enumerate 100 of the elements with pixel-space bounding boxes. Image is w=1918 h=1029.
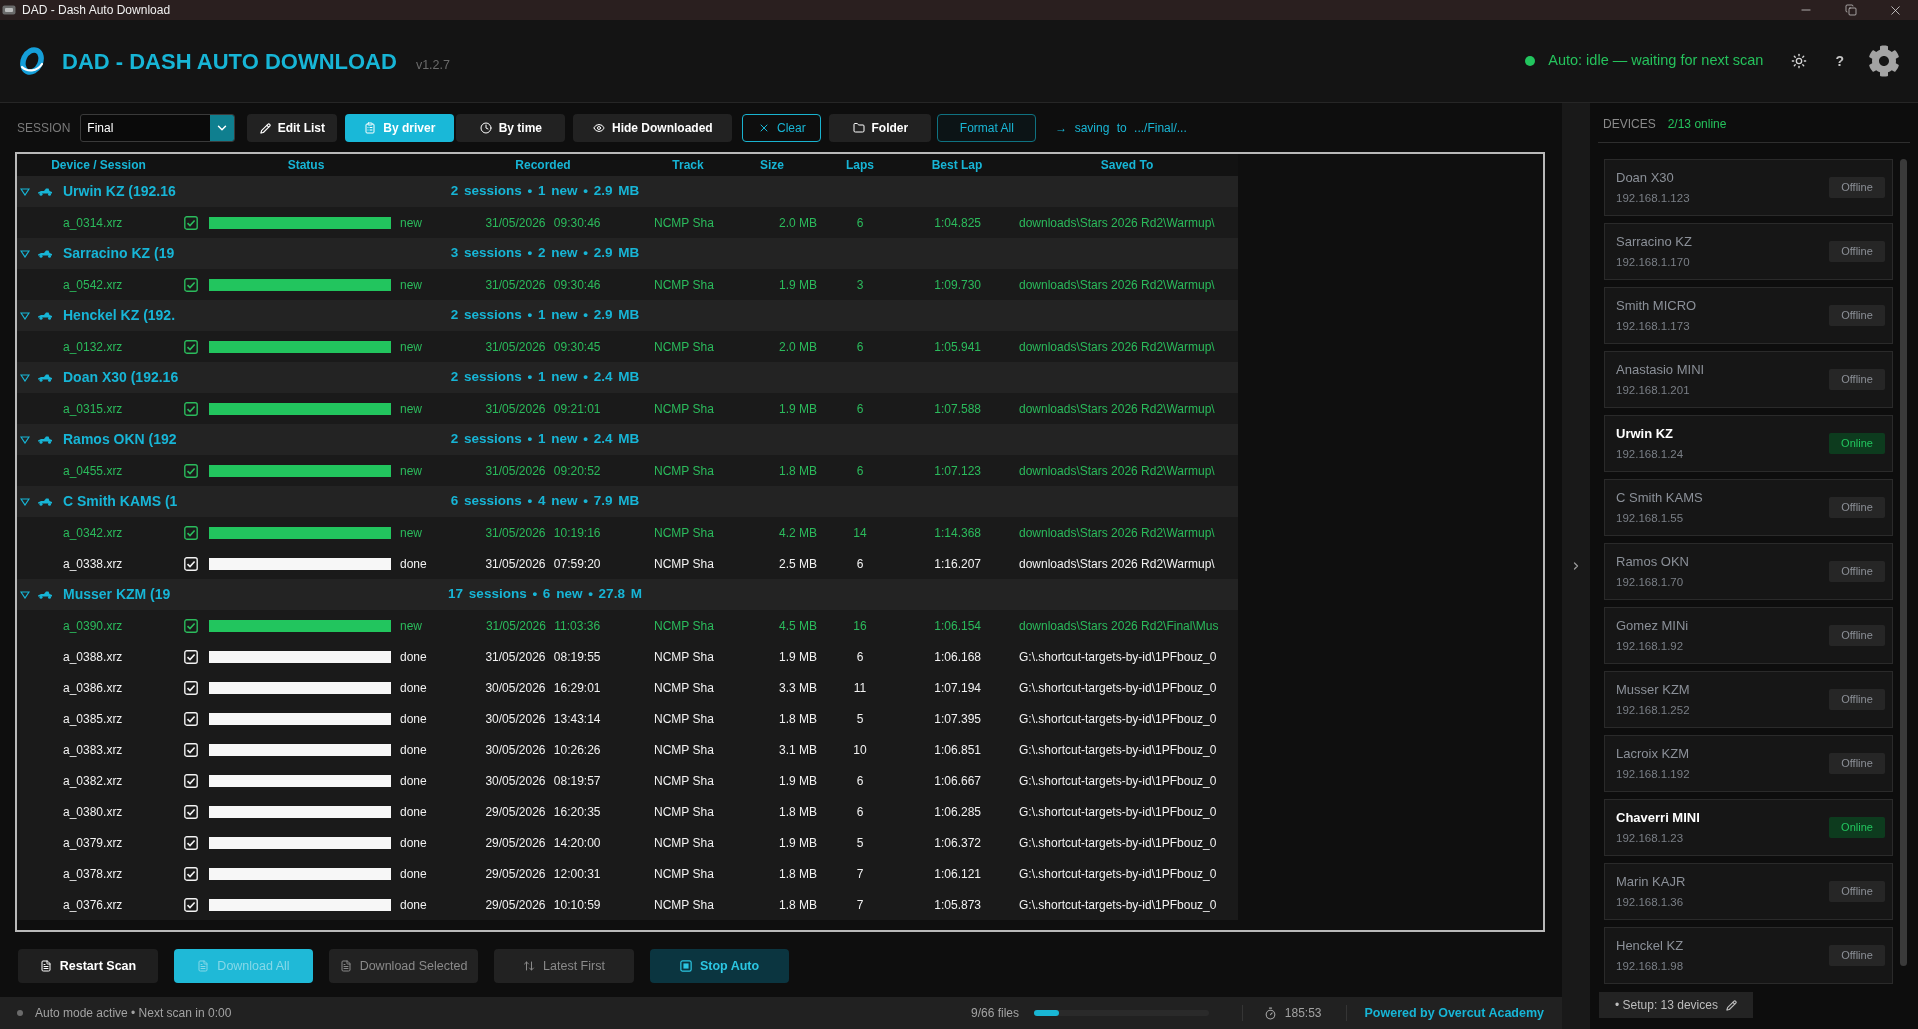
edit-list-button[interactable]: Edit List: [247, 114, 338, 142]
device-name: Henckel KZ: [1616, 938, 1684, 954]
column-header[interactable]: Status: [287, 158, 325, 172]
setup-button[interactable]: • Setup: 13 devices: [1599, 992, 1753, 1018]
expand-toggle[interactable]: [20, 590, 30, 599]
device-card[interactable]: Lacroix KZM 192.168.1.192 Offline: [1604, 735, 1893, 792]
credit-link[interactable]: Powered by Overcut Academy: [1364, 1003, 1544, 1023]
device-name: Musser KZM: [1616, 682, 1690, 698]
group-row[interactable]: Doan X30 (192.16 2 sessions • 1 new • 2.4 MB: [17, 362, 1238, 393]
track-name: NCMP Sha: [654, 711, 714, 726]
lap-count: 6: [856, 556, 864, 571]
column-header[interactable]: Size: [760, 158, 784, 172]
checkbox[interactable]: [184, 277, 198, 292]
toolbar-button[interactable]: Format All: [937, 114, 1037, 142]
column-header[interactable]: Track: [672, 158, 704, 172]
app-icon: [2, 5, 16, 15]
group-row[interactable]: Ramos OKN (192 2 sessions • 1 new • 2.4 MB: [17, 424, 1238, 455]
column-header[interactable]: Recorded: [515, 158, 571, 172]
column-header[interactable]: Laps: [846, 158, 874, 172]
toolbar-button[interactable]: Clear: [742, 114, 822, 142]
group-row[interactable]: Henckel KZ (192. 2 sessions • 1 new • 2.9 MB: [17, 300, 1238, 331]
eye-icon: [593, 122, 605, 134]
checkbox[interactable]: [184, 215, 198, 230]
checkbox[interactable]: [184, 401, 198, 416]
status-badge: Online: [1829, 433, 1885, 454]
group-row[interactable]: Urwin KZ (192.16 2 sessions • 1 new • 2.9 MB: [17, 176, 1238, 207]
save-path: G:\.shortcut-targets-by-id\1PFbouz_0: [1019, 897, 1217, 912]
track-name: NCMP Sha: [654, 804, 714, 819]
status-badge: Offline: [1829, 497, 1885, 518]
session-dropdown[interactable]: Final: [80, 114, 236, 142]
save-path: downloads\Stars 2026 Rd2\Warmup\: [1019, 277, 1215, 292]
device-ip: 192.168.1.36: [1616, 895, 1685, 909]
column-header[interactable]: Best Lap: [931, 158, 983, 172]
file-name: a_0379.xrz: [63, 835, 123, 850]
settings-icon[interactable]: [1868, 45, 1900, 77]
recorded-time: 30/05/2026 08:19:57: [485, 773, 601, 788]
device-card[interactable]: Sarracino KZ 192.168.1.170 Offline: [1604, 223, 1893, 280]
device-name: Smith MICRO: [1616, 298, 1697, 314]
device-card[interactable]: Gomez MINi 192.168.1.92 Offline: [1604, 607, 1893, 664]
best-lap-time: 1:06.667: [934, 773, 981, 788]
view-mode-tab[interactable]: By time: [456, 114, 566, 142]
action-button[interactable]: Restart Scan: [18, 949, 158, 983]
up-down-arrow-icon: [523, 960, 536, 972]
expand-toggle[interactable]: [20, 187, 30, 196]
expand-toggle[interactable]: [20, 249, 30, 258]
save-path: downloads\Stars 2026 Rd2\Warmup\: [1019, 463, 1215, 478]
toolbar-button[interactable]: Folder: [829, 114, 932, 142]
checkbox[interactable]: [184, 618, 198, 633]
checkbox[interactable]: [184, 525, 198, 540]
checkbox[interactable]: [184, 463, 198, 478]
group-row[interactable]: C Smith KAMS (1 6 sessions • 4 new • 7.9 MB: [17, 486, 1238, 517]
help-button[interactable]: ?: [1835, 53, 1844, 69]
expand-toggle[interactable]: [20, 497, 30, 506]
file-name: a_0455.xrz: [63, 463, 123, 478]
lap-count: 11: [853, 680, 867, 695]
track-name: NCMP Sha: [654, 835, 714, 850]
device-card[interactable]: Marin KAJR 192.168.1.36 Offline: [1604, 863, 1893, 920]
group-summary: 2 sessions • 1 new • 2.9 MB: [450, 306, 640, 325]
action-button[interactable]: Stop Auto: [650, 949, 789, 983]
file-name: a_0542.xrz: [63, 277, 123, 292]
group-row[interactable]: Sarracino KZ (19 3 sessions • 2 new • 2.9 MB: [17, 238, 1238, 269]
car-icon: [37, 249, 53, 258]
track-name: NCMP Sha: [654, 215, 714, 230]
device-group-name: Ramos OKN (192: [63, 430, 177, 449]
file-name: a_0378.xrz: [63, 866, 123, 881]
device-card[interactable]: Anastasio MINI 192.168.1.201 Offline: [1604, 351, 1893, 408]
device-card[interactable]: Chaverri MINI 192.168.1.23 Online: [1604, 799, 1893, 856]
session-label: SESSION: [17, 120, 71, 137]
device-card[interactable]: C Smith KAMS 192.168.1.55 Offline: [1604, 479, 1893, 536]
expand-toggle[interactable]: [20, 311, 30, 320]
toolbar-button[interactable]: Hide Downloaded: [573, 114, 733, 142]
recorded-time: 31/05/2026 07:59:20: [485, 556, 601, 571]
lap-count: 5: [856, 835, 864, 850]
file-size: 4.5 MB: [779, 618, 817, 633]
auto-status-text: Auto: idle — waiting for next scan: [1548, 51, 1764, 71]
column-header[interactable]: Device / Session: [51, 158, 146, 172]
device-card[interactable]: Musser KZM 192.168.1.252 Offline: [1604, 671, 1893, 728]
lap-count: 5: [856, 711, 864, 726]
file-size: 1.8 MB: [779, 804, 817, 819]
device-card[interactable]: Smith MICRO 192.168.1.173 Offline: [1604, 287, 1893, 344]
track-name: NCMP Sha: [654, 649, 714, 664]
file-name: a_0385.xrz: [63, 711, 123, 726]
device-card[interactable]: Urwin KZ 192.168.1.24 Online: [1604, 415, 1893, 472]
sun-icon[interactable]: [1791, 53, 1808, 69]
recorded-time: 31/05/2026 09:20:52: [485, 463, 601, 478]
device-card[interactable]: Henckel KZ 192.168.1.98 Offline: [1604, 927, 1893, 984]
checkbox[interactable]: [184, 339, 198, 354]
car-icon: [37, 311, 53, 320]
scrollbar-thumb[interactable]: [1900, 159, 1907, 966]
expand-toggle[interactable]: [20, 435, 30, 444]
expand-toggle[interactable]: [20, 373, 30, 382]
lap-count: 7: [856, 897, 864, 912]
device-card[interactable]: Ramos OKN 192.168.1.70 Offline: [1604, 543, 1893, 600]
status-badge: Offline: [1829, 561, 1885, 582]
column-header[interactable]: Saved To: [1100, 158, 1154, 172]
device-ip: 192.168.1.92: [1616, 639, 1685, 653]
device-name: Doan X30: [1616, 170, 1675, 186]
file-size: 3.1 MB: [779, 742, 817, 757]
group-row[interactable]: Musser KZM (19 17 sessions • 6 new • 27.8 M: [17, 579, 1238, 610]
device-card[interactable]: Doan X30 192.168.1.123 Offline: [1604, 159, 1893, 216]
